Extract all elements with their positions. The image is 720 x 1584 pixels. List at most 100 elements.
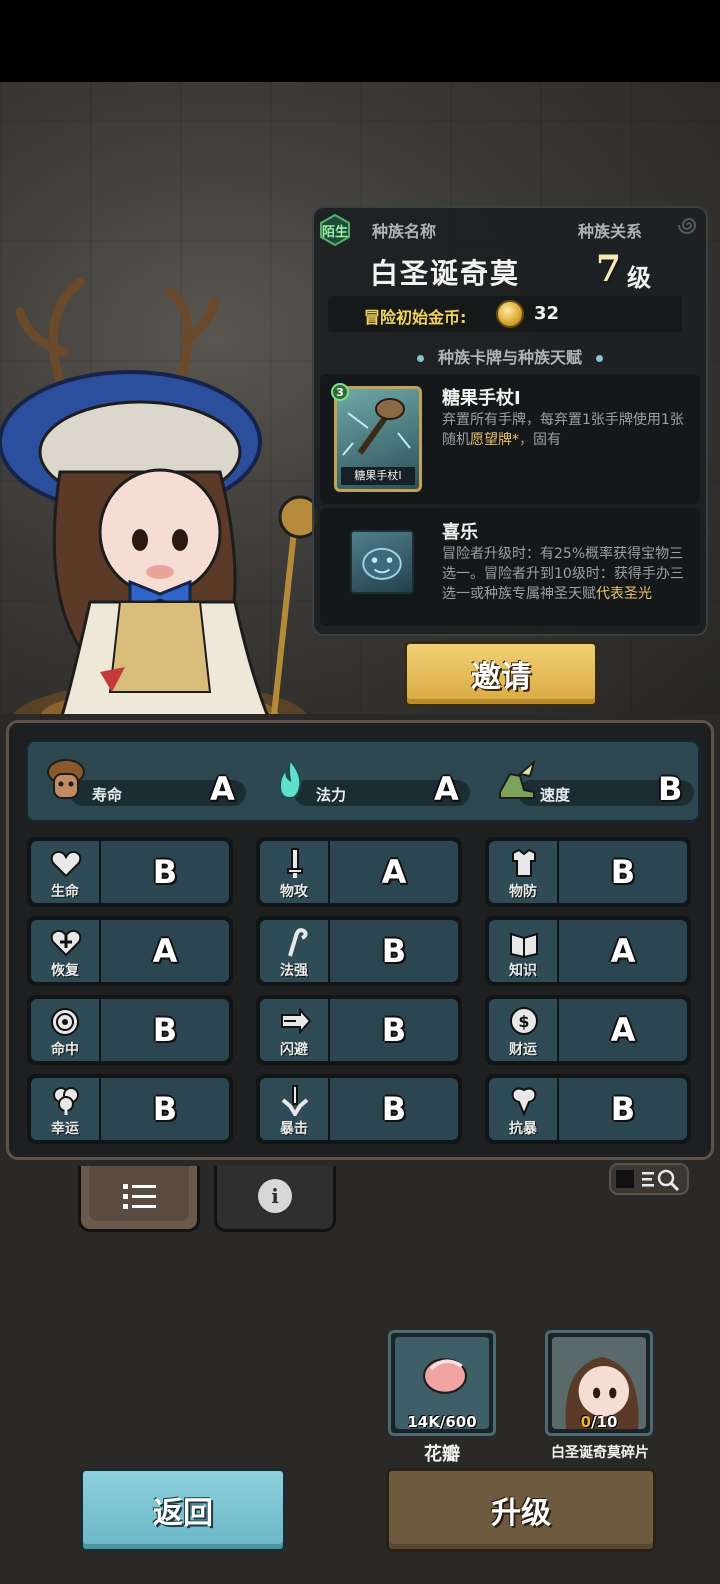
card-talent-section-title: 种族卡牌与种族天赋	[314, 344, 706, 368]
stat-mana: 法力 A	[266, 756, 474, 808]
stat-label: 闪避	[280, 1042, 308, 1058]
winged-boot-icon	[499, 759, 536, 799]
stat-grade: B	[152, 1090, 178, 1128]
stat-grade: B	[610, 1090, 636, 1128]
upgrade-button[interactable]: 升级	[386, 1468, 656, 1552]
hero-scene: 陌生 种族名称 种族关系 白圣诞奇莫 7 级 冒险初始金币: 32 种族卡牌与种…	[0, 82, 720, 722]
stat-cell[interactable]: 暴击 B	[256, 1074, 462, 1144]
race-relation-label: 种族关系	[578, 222, 643, 241]
shard-name: 白圣诞奇莫碎片	[551, 1445, 649, 1461]
stat-cell[interactable]: 命中 B	[27, 995, 233, 1065]
starting-gold-label: 冒险初始金币:	[364, 308, 467, 327]
petal-count: 14K/600	[407, 1413, 477, 1431]
petal-resource[interactable]: 14K/600	[388, 1330, 496, 1436]
stat-grade: B	[152, 853, 178, 891]
clover-icon	[53, 1087, 79, 1115]
stat-grade: B	[381, 1090, 407, 1128]
stat-grade: A	[152, 932, 178, 970]
stat-label: 物防	[509, 884, 537, 900]
tab-stats-list[interactable]	[78, 1166, 200, 1232]
card-art-name: 糖果手杖I	[341, 467, 415, 485]
stat-cell[interactable]: 知识 A	[485, 916, 691, 986]
stat-value-box: B	[330, 920, 458, 982]
stat-cell[interactable]: 抗暴 B	[485, 1074, 691, 1144]
petal-icon	[422, 1358, 468, 1394]
stat-icon-box: 知识	[489, 920, 557, 982]
card-title: 糖果手杖I	[442, 388, 521, 409]
shield-flower-icon	[511, 1087, 537, 1116]
stat-value-box: A	[559, 999, 687, 1061]
race-info-panel: 陌生 种族名称 种族关系 白圣诞奇莫 7 级 冒险初始金币: 32 种族卡牌与种…	[312, 206, 708, 636]
race-talent-item[interactable]: 喜乐 冒险者升级时：有25%概率获得宝物三选一。冒险者升到10级时：获得手办三选…	[320, 508, 700, 626]
stat-grade: A	[610, 1011, 636, 1049]
stat-label: 生命	[51, 884, 79, 900]
stat-label: 寿命	[92, 786, 123, 804]
stat-icon-box: 暴击	[260, 1078, 328, 1140]
card-description: 弃置所有手牌，每弃置1张手牌使用1张随机愿望牌*，固有	[442, 412, 684, 448]
stat-label: 物攻	[280, 884, 308, 900]
stat-value-box: B	[330, 999, 458, 1061]
stat-label: 法力	[316, 786, 347, 804]
stat-cell[interactable]: 物防 B	[485, 837, 691, 907]
stat-label: 法强	[280, 963, 308, 979]
stat-speed: 速度 B	[490, 756, 698, 808]
stat-label: 知识	[509, 963, 537, 979]
invite-button[interactable]: 邀请	[404, 641, 598, 707]
staff-icon	[288, 928, 308, 957]
race-card-item[interactable]: 3 糖果手杖I 糖果手杖I 弃置所有手牌，每弃置1张手牌使用1张随机愿望牌*，固…	[320, 374, 700, 504]
stat-label: 财运	[509, 1042, 537, 1058]
stat-value-box: B	[101, 1078, 229, 1140]
list-icon	[123, 1184, 156, 1209]
stat-value-box: B	[330, 1078, 458, 1140]
stat-label: 命中	[51, 1042, 79, 1058]
race-level: 7	[596, 248, 622, 290]
section-title-text: 种族卡牌与种族天赋	[437, 348, 582, 367]
stat-grade: B	[152, 1011, 178, 1049]
heart-plus-icon	[50, 929, 82, 957]
filter-search-icon	[609, 1163, 689, 1195]
stat-cell[interactable]: 恢复 A	[27, 916, 233, 986]
stat-cell[interactable]: $ 财运 A	[485, 995, 691, 1065]
stat-cell[interactable]: 物攻 A	[256, 837, 462, 907]
stat-grade: A	[210, 770, 235, 808]
stat-icon-box: 幸运	[31, 1078, 99, 1140]
stat-icon-box: 生命	[31, 841, 99, 903]
coin-icon: $	[510, 1007, 538, 1035]
svg-text:$: $	[518, 1012, 529, 1031]
stat-icon-box: 抗暴	[489, 1078, 557, 1140]
stat-icon-box: 法强	[260, 920, 328, 982]
stat-cell[interactable]: 生命 B	[27, 837, 233, 907]
filter-search-button[interactable]	[604, 1158, 694, 1198]
mushroom-face-icon	[47, 759, 85, 799]
stat-value-box: B	[559, 1078, 687, 1140]
stat-cell[interactable]: 闪避 B	[256, 995, 462, 1065]
stat-grade: B	[610, 853, 636, 891]
joy-talent-icon[interactable]	[350, 530, 414, 594]
stat-value-box: A	[101, 920, 229, 982]
stat-icon-box: $ 财运	[489, 999, 557, 1061]
stat-grade: A	[434, 770, 459, 808]
crit-sword-icon	[281, 1085, 309, 1116]
heart-icon	[50, 850, 82, 878]
character-shard-resource[interactable]: 0/10	[545, 1330, 653, 1436]
stat-cell[interactable]: 幸运 B	[27, 1074, 233, 1144]
stat-grade: A	[610, 932, 636, 970]
info-icon: i	[258, 1179, 292, 1213]
back-button[interactable]: 返回	[80, 1468, 286, 1552]
stat-icon-box: 物防	[489, 841, 557, 903]
stats-frame: 寿命 A 法力 A 速度 B 生命 B 物攻 A 物防 B 恢复 A 法强 B …	[6, 720, 714, 1160]
relation-badge-text: 陌生	[321, 224, 348, 240]
starting-gold-row: 冒险初始金币: 32	[328, 296, 682, 332]
stat-icon-box: 命中	[31, 999, 99, 1061]
talent-title: 喜乐	[442, 522, 478, 543]
stat-label: 暴击	[280, 1121, 308, 1137]
tab-info[interactable]: i	[214, 1166, 336, 1232]
race-name: 白圣诞奇莫	[370, 257, 521, 290]
stat-cell[interactable]: 法强 B	[256, 916, 462, 986]
candy-cane-card-art[interactable]: 3 糖果手杖I	[331, 383, 422, 492]
stat-grade: B	[658, 770, 683, 808]
stat-icon-box: 物攻	[260, 841, 328, 903]
stat-value-box: A	[559, 920, 687, 982]
stat-value-box: B	[559, 841, 687, 903]
dot-icon	[416, 355, 424, 362]
